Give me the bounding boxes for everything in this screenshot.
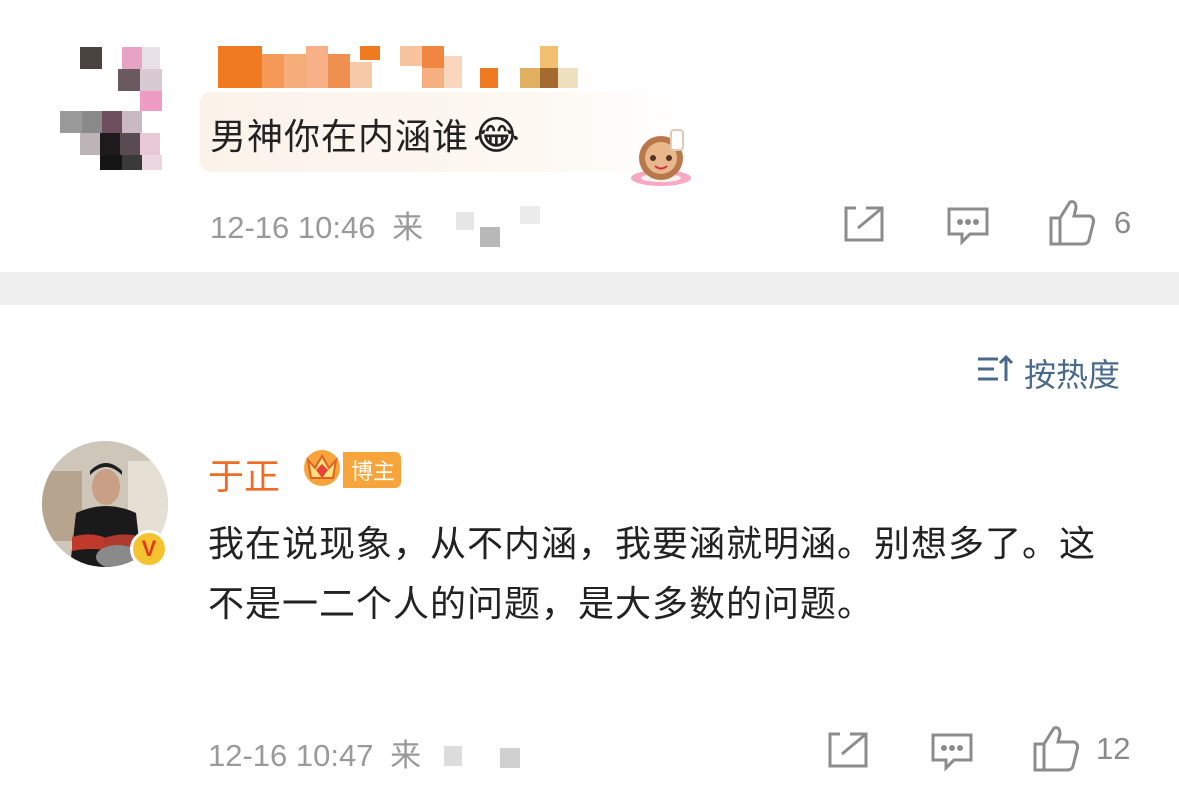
comment-time: 12-16 10:47 bbox=[208, 738, 374, 773]
comment-meta: 12-16 10:47 来 bbox=[208, 730, 421, 775]
section-divider bbox=[0, 272, 1179, 305]
laughing-emoji: 😂 bbox=[473, 113, 521, 159]
comment-text: 男神你在内涵谁 😂 bbox=[210, 113, 521, 159]
location-pixelated bbox=[444, 746, 462, 766]
comment-time: 12-16 10:46 bbox=[210, 210, 376, 245]
like-count: 6 bbox=[1114, 205, 1132, 240]
share-icon[interactable] bbox=[826, 730, 870, 774]
like-button[interactable]: 12 bbox=[1032, 724, 1142, 774]
author-name[interactable]: 于正 bbox=[208, 448, 280, 500]
badge-label: 博主 bbox=[343, 452, 402, 488]
avatar-pixelated[interactable] bbox=[60, 45, 180, 170]
crown-icon bbox=[300, 448, 346, 492]
location-pixelated bbox=[480, 227, 500, 247]
share-icon[interactable] bbox=[842, 204, 886, 248]
sort-icon bbox=[976, 353, 1014, 393]
comment-icon[interactable] bbox=[930, 732, 974, 776]
thumbs-up-icon bbox=[1048, 198, 1098, 250]
comment-meta: 12-16 10:46 来 bbox=[210, 202, 423, 247]
comment-icon[interactable] bbox=[946, 206, 990, 250]
thumbs-up-icon bbox=[1032, 724, 1082, 776]
username-pixelated[interactable] bbox=[218, 46, 588, 88]
like-count: 12 bbox=[1096, 731, 1131, 766]
verified-badge-icon: V bbox=[130, 530, 168, 568]
sort-by-hot-button[interactable]: 按热度 bbox=[976, 350, 1120, 396]
coconut-sticker-icon bbox=[625, 128, 695, 190]
like-button[interactable]: 6 bbox=[1048, 198, 1143, 248]
comment-from: 来 bbox=[390, 738, 422, 773]
comment-from: 来 bbox=[392, 210, 424, 245]
sort-label: 按热度 bbox=[1024, 356, 1121, 394]
comment-text: 我在说现象，从不内涵，我要涵就明涵。别想多了。这不是一二个人的问题，是大多数的问… bbox=[208, 524, 1097, 625]
